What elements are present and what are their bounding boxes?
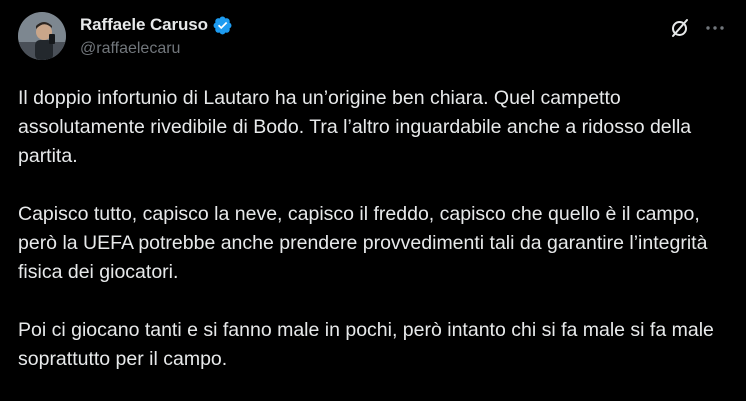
verified-badge-icon — [212, 15, 233, 36]
tweet-text: Il doppio infortunio di Lautaro ha un’or… — [18, 84, 730, 401]
more-icon — [706, 26, 724, 30]
tweet: Raffaele Caruso @raffaelecaru Il doppio … — [0, 0, 746, 401]
avatar-photo — [18, 12, 66, 60]
author-name-row: Raffaele Caruso — [80, 14, 233, 36]
tweet-paragraph: Poi ci giocano tanti e si fanno male in … — [18, 319, 714, 370]
more-options-button[interactable] — [703, 16, 727, 40]
tweet-paragraph: Il doppio infortunio di Lautaro ha un’or… — [18, 87, 692, 167]
tweet-paragraph: Capisco tutto, capisco la neve, capisco … — [18, 203, 708, 283]
author-handle[interactable]: @raffaelecaru — [80, 40, 180, 58]
avatar[interactable] — [18, 12, 66, 60]
grok-icon — [672, 19, 688, 37]
author-display-name[interactable]: Raffaele Caruso — [80, 15, 208, 35]
grok-button[interactable] — [668, 16, 692, 40]
